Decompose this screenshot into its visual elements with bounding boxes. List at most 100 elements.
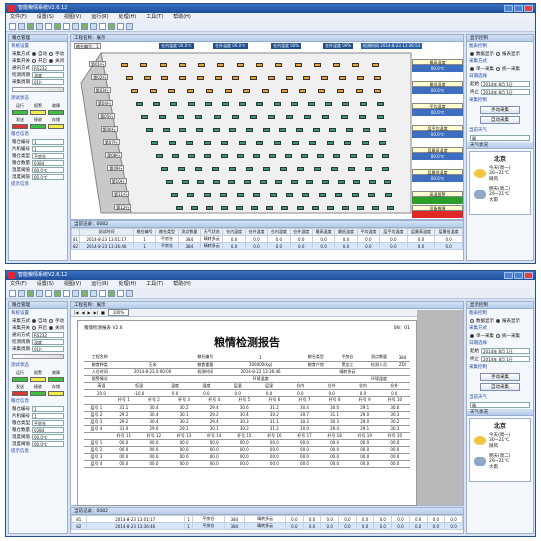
date-to-picker[interactable]: 2014年 8月 1日	[481, 356, 530, 362]
temperature-sensor[interactable]	[358, 115, 366, 119]
toolbar-button[interactable]	[18, 290, 25, 297]
temperature-sensor[interactable]	[249, 115, 257, 119]
temperature-sensor[interactable]	[246, 167, 253, 171]
temperature-sensor[interactable]	[286, 115, 294, 119]
auto-collect-button[interactable]: 自动采集	[480, 116, 520, 124]
column-header[interactable]: 层平均温度	[379, 228, 408, 236]
temperature-sensor[interactable]	[178, 167, 185, 171]
temperature-sensor[interactable]	[203, 193, 211, 197]
temperature-sensor[interactable]	[294, 63, 302, 67]
detect-select[interactable]: 温度	[32, 338, 64, 345]
temperature-sensor[interactable]	[256, 141, 264, 145]
temperature-sensor[interactable]	[168, 141, 176, 145]
toolbar-button[interactable]	[117, 290, 124, 297]
temperature-sensor[interactable]	[359, 102, 367, 106]
column-header[interactable]: 最高温度	[311, 228, 336, 236]
temperature-sensor[interactable]	[290, 180, 298, 184]
menu-tools[interactable]: 工具(T)	[146, 280, 163, 288]
slider[interactable]	[12, 87, 64, 92]
menu-help[interactable]: 帮助(H)	[173, 280, 191, 288]
temperature-sensor[interactable]	[171, 193, 178, 197]
menu-settings[interactable]: 设置(S)	[37, 13, 54, 21]
temperature-sensor[interactable]	[221, 206, 229, 210]
temperature-sensor[interactable]	[229, 128, 237, 132]
prev-page-icon[interactable]: ◀	[81, 310, 84, 315]
temperature-sensor[interactable]	[348, 167, 355, 171]
temperature-sensor[interactable]	[346, 128, 353, 132]
toolbar-button[interactable]	[54, 290, 61, 297]
temperature-sensor[interactable]	[140, 63, 148, 67]
temperature-sensor[interactable]	[351, 193, 359, 197]
temperature-sensor[interactable]	[376, 115, 384, 119]
temperature-sensor[interactable]	[336, 89, 344, 93]
temperature-sensor[interactable]	[302, 193, 310, 197]
temperature-sensor[interactable]	[212, 167, 219, 171]
temperature-sensor[interactable]	[376, 102, 384, 106]
temperature-sensor[interactable]	[212, 180, 220, 184]
temperature-sensor[interactable]	[371, 63, 379, 67]
temperature-sensor[interactable]	[303, 76, 311, 80]
radio-single[interactable]	[470, 333, 474, 338]
temperature-sensor[interactable]	[301, 154, 309, 158]
temperature-sensor[interactable]	[269, 193, 277, 197]
toolbar-button[interactable]	[54, 23, 61, 30]
manual-collect-button[interactable]: 手动采集	[480, 373, 520, 381]
temperature-sensor[interactable]	[304, 115, 312, 119]
table-row[interactable]: 82 2014-8-23 13:36:46 1 平房仓 384 晴转多云 0.0 0.0 0.0…	[71, 522, 463, 530]
temperature-sensor[interactable]	[178, 63, 186, 67]
granary-no-field[interactable]: 1	[32, 138, 64, 145]
table-row[interactable]: 81 2014-8-23 13:01:17 1 平房仓 384 晴转多云 0.0 0.0 0.0…	[70, 235, 463, 243]
temperature-sensor[interactable]	[205, 89, 213, 93]
temperature-sensor[interactable]	[236, 206, 244, 210]
hum-threshold-field[interactable]: 00.0℃	[32, 440, 64, 447]
temperature-sensor[interactable]	[338, 76, 346, 80]
temperature-sensor[interactable]	[322, 180, 329, 184]
date-from-picker[interactable]: 2014年 8月 1日	[481, 81, 530, 87]
radio-auto[interactable]	[32, 51, 36, 56]
temperature-sensor[interactable]	[374, 89, 382, 93]
temperature-sensor[interactable]	[166, 180, 173, 184]
granary-type-field[interactable]: 平房仓	[32, 419, 64, 426]
temperature-sensor[interactable]	[141, 115, 148, 119]
date-from-picker[interactable]: 2014年 8月 1日	[481, 348, 530, 354]
column-header[interactable]: 层最高温度	[406, 228, 436, 236]
temperature-sensor[interactable]	[266, 206, 274, 210]
radio-on[interactable]	[32, 58, 36, 63]
temperature-sensor[interactable]	[318, 89, 326, 93]
print-icon[interactable]: ■	[101, 310, 105, 315]
toolbar-button[interactable]	[36, 290, 43, 297]
column-header[interactable]: 粮仓编号	[132, 228, 157, 236]
column-header[interactable]	[70, 228, 81, 236]
temperature-sensor[interactable]	[136, 102, 143, 106]
temperature-sensor[interactable]	[177, 115, 185, 119]
temperature-sensor[interactable]	[333, 154, 341, 158]
menu-help[interactable]: 帮助(H)	[173, 13, 191, 21]
temperature-sensor[interactable]	[263, 167, 270, 171]
temperature-sensor[interactable]	[274, 141, 281, 145]
table-row[interactable]: 81 2014-8-23 13:01:17 1 平房仓 384 晴转多云 0.0 0.0 0.0…	[71, 515, 463, 523]
temperature-sensor[interactable]	[187, 89, 195, 93]
temperature-sensor[interactable]	[191, 206, 199, 210]
temperature-sensor[interactable]	[268, 115, 275, 119]
temperature-sensor[interactable]	[143, 76, 151, 80]
temperature-sensor[interactable]	[268, 154, 276, 158]
temperature-sensor[interactable]	[236, 193, 244, 197]
temperature-sensor[interactable]	[204, 154, 212, 158]
toolbar-button[interactable]	[99, 23, 106, 30]
radio-off[interactable]	[49, 58, 53, 63]
temperature-sensor[interactable]	[246, 128, 253, 132]
temperature-sensor[interactable]	[314, 167, 321, 171]
temperature-sensor[interactable]	[228, 180, 236, 184]
temperature-sensor[interactable]	[172, 154, 180, 158]
chip-no-field[interactable]: 1	[32, 145, 64, 152]
temperature-sensor[interactable]	[312, 128, 320, 132]
menu-run[interactable]: 运行(R)	[91, 280, 108, 288]
temperature-sensor[interactable]	[342, 102, 350, 106]
temperature-sensor[interactable]	[181, 180, 189, 184]
hum-threshold-field[interactable]: 00.0℃	[32, 173, 64, 180]
temperature-sensor[interactable]	[252, 154, 260, 158]
toolbar-button[interactable]	[9, 23, 16, 30]
column-header[interactable]: 天气状态	[200, 228, 224, 236]
temperature-sensor[interactable]	[236, 154, 244, 158]
temperature-sensor[interactable]	[161, 167, 168, 171]
